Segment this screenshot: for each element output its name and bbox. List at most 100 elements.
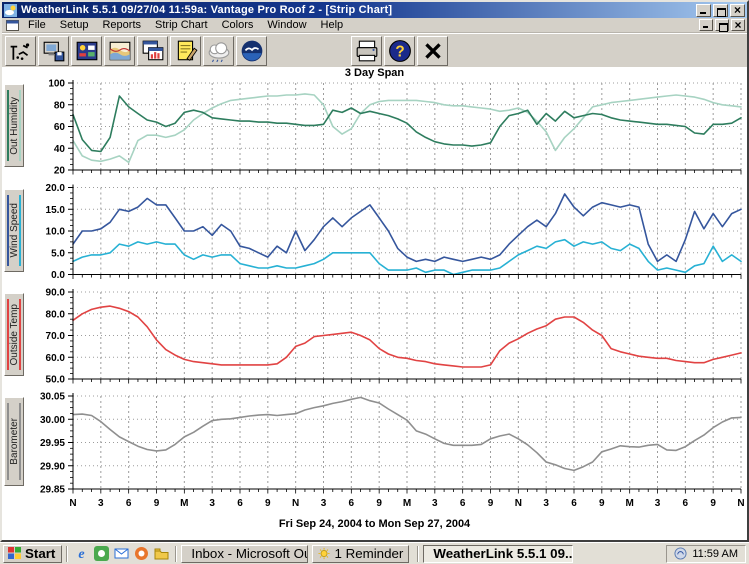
weather-station-button[interactable] (5, 36, 36, 66)
close-window-button[interactable] (417, 36, 448, 66)
svg-text:6: 6 (349, 498, 355, 509)
report-button[interactable] (170, 36, 201, 66)
strip-chart-button[interactable] (104, 36, 135, 66)
svg-text:29.90: 29.90 (40, 461, 65, 472)
svg-text:100: 100 (48, 79, 65, 90)
svg-text:3: 3 (432, 498, 438, 509)
menu-bar: FileSetupReportsStrip ChartColorsWindowH… (2, 18, 747, 33)
forecast-button[interactable] (203, 36, 234, 66)
svg-text:6: 6 (237, 498, 243, 509)
forecast-icon (207, 39, 231, 63)
plot-button[interactable] (137, 36, 168, 66)
download-button[interactable] (38, 36, 69, 66)
messenger-icon[interactable] (94, 546, 109, 561)
task-button-outlook[interactable]: Inbox - Microsoft Outlook (181, 545, 308, 563)
weatherlink-window: WeatherLink 5.5.1 09/27/04 11:59a: Vanta… (0, 0, 749, 542)
svg-text:6: 6 (460, 498, 466, 509)
print-button[interactable] (351, 36, 382, 66)
app-icon (4, 4, 17, 17)
svg-text:29.95: 29.95 (40, 438, 65, 449)
printer-icon (355, 39, 379, 63)
svg-text:N: N (69, 498, 76, 509)
svg-text:9: 9 (265, 498, 271, 509)
menu-setup[interactable]: Setup (53, 19, 96, 31)
clock: 11:59 AM (692, 548, 738, 560)
svg-text:80.0: 80.0 (46, 309, 66, 320)
menu-strip-chart[interactable]: Strip Chart (148, 19, 215, 31)
close-icon (421, 39, 445, 63)
task-button-reminder[interactable]: 1 Reminder (312, 545, 409, 563)
svg-text:29.85: 29.85 (40, 485, 65, 496)
svg-text:3: 3 (543, 498, 549, 509)
close-button[interactable] (730, 4, 745, 17)
menu-window[interactable]: Window (260, 19, 313, 31)
internet-explorer-icon[interactable]: e (74, 546, 89, 561)
svg-text:9: 9 (376, 498, 382, 509)
svg-text:M: M (625, 498, 633, 509)
system-tray[interactable]: 11:59 AM (666, 545, 746, 563)
start-button[interactable]: Start (3, 545, 62, 563)
panel-label-barometer[interactable]: Barometer (4, 397, 24, 486)
taskbar: Start e Inbox - Microsoft Outlook 1 Remi… (0, 542, 749, 564)
svg-text:9: 9 (710, 498, 716, 509)
svg-text:3: 3 (321, 498, 327, 509)
mdi-minimize-button[interactable] (699, 19, 713, 31)
svg-text:10.0: 10.0 (46, 227, 66, 238)
task-label: 1 Reminder (334, 546, 403, 561)
svg-text:M: M (180, 498, 188, 509)
windows-logo-icon (8, 547, 22, 560)
svg-text:5.0: 5.0 (51, 248, 65, 259)
tray-status-icon (674, 547, 687, 560)
restore-button[interactable] (713, 4, 728, 17)
folder-icon[interactable] (154, 546, 169, 561)
reminder-icon (318, 547, 330, 560)
noaa-icon (240, 39, 264, 63)
svg-text:?: ? (395, 43, 404, 60)
svg-text:30.00: 30.00 (40, 415, 65, 426)
menu-file[interactable]: File (21, 19, 53, 31)
menu-colors[interactable]: Colors (215, 19, 261, 31)
svg-text:3: 3 (209, 498, 215, 509)
panel-label-outside-temp[interactable]: Outside Temp (4, 293, 24, 376)
mdi-close-button[interactable] (731, 19, 745, 31)
svg-text:80: 80 (54, 100, 66, 111)
chart-area: 3 Day Span 1008060402020.015.010.05.00.0… (2, 67, 747, 540)
svg-text:9: 9 (488, 498, 494, 509)
bulletin-icon (75, 39, 99, 63)
mdi-restore-button[interactable] (715, 19, 729, 31)
svg-text:50.0: 50.0 (46, 375, 66, 386)
download-icon (42, 39, 66, 63)
panel-label-text: Barometer (9, 418, 20, 465)
document-icon (6, 20, 19, 31)
svg-text:N: N (737, 498, 744, 509)
quick-launch: e (74, 546, 169, 561)
svg-text:70.0: 70.0 (46, 331, 66, 342)
menu-help[interactable]: Help (314, 19, 351, 31)
strip-chart-svg: 1008060402020.015.010.05.00.090.080.070.… (2, 67, 747, 515)
minimize-button[interactable] (696, 4, 711, 17)
bulletin-button[interactable] (71, 36, 102, 66)
panel-label-wind-speed[interactable]: Wind Speed (4, 189, 24, 272)
svg-text:9: 9 (154, 498, 160, 509)
svg-text:3: 3 (655, 498, 661, 509)
help-icon: ? (388, 39, 412, 63)
taskbar-divider (66, 546, 68, 562)
help-button[interactable]: ? (384, 36, 415, 66)
svg-text:N: N (515, 498, 522, 509)
panel-label-out-humidity[interactable]: Out Humidity (4, 84, 24, 167)
svg-text:6: 6 (683, 498, 689, 509)
svg-text:30.05: 30.05 (40, 392, 65, 403)
taskbar-divider (175, 546, 177, 562)
task-label: Inbox - Microsoft Outlook (191, 546, 308, 561)
panel-label-text: Out Humidity (9, 97, 20, 155)
media-player-icon[interactable] (134, 546, 149, 561)
title-bar: WeatherLink 5.5.1 09/27/04 11:59a: Vanta… (2, 2, 747, 18)
svg-text:0.0: 0.0 (51, 270, 65, 281)
svg-text:N: N (292, 498, 299, 509)
desktop: { "window": { "title": "WeatherLink 5.5.… (0, 0, 749, 564)
menu-reports[interactable]: Reports (95, 19, 148, 31)
outlook-icon[interactable] (114, 546, 129, 561)
task-button-weatherlink[interactable]: WeatherLink 5.5.1 09... (423, 545, 573, 563)
noaa-button[interactable] (236, 36, 267, 66)
menu-items: FileSetupReportsStrip ChartColorsWindowH… (21, 19, 350, 31)
